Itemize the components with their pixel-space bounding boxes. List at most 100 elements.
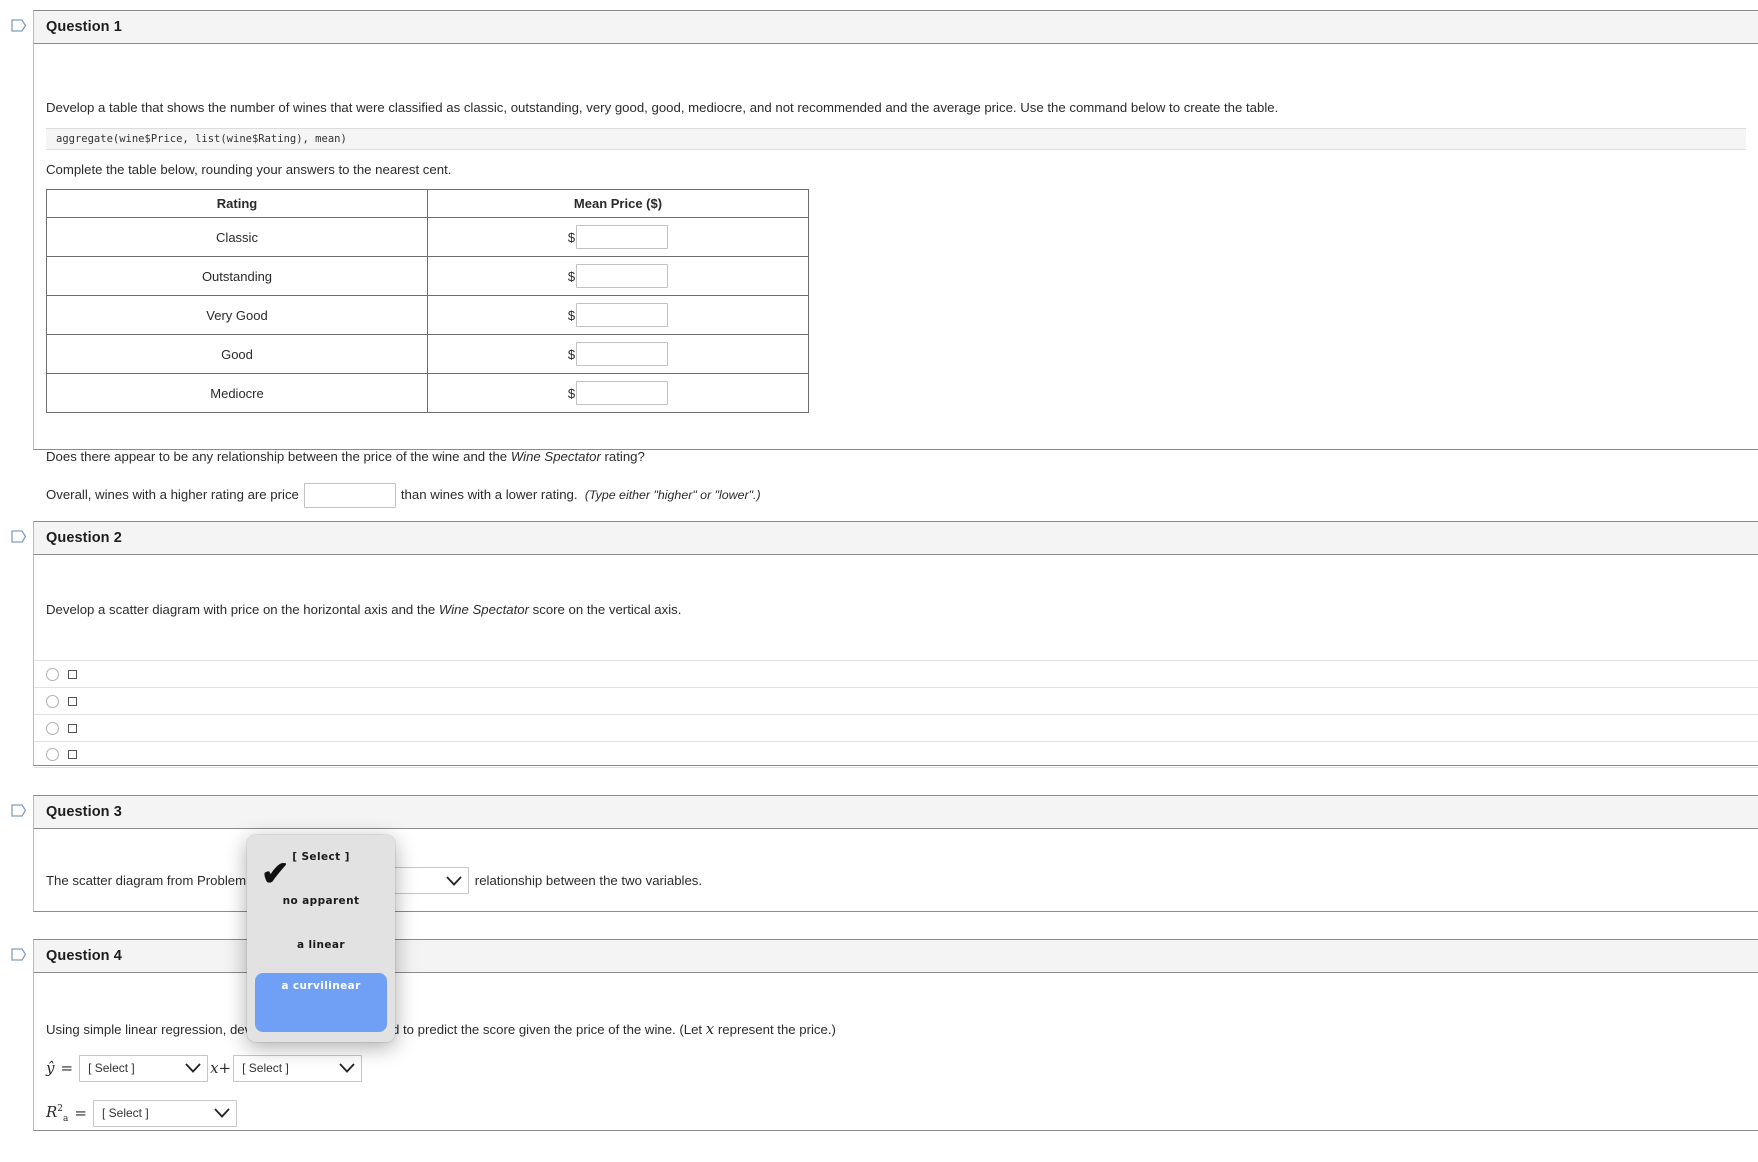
question-card-2: Question 2 Develop a scatter diagram wit… <box>33 521 1758 769</box>
price-cell: $ <box>427 217 809 258</box>
question-1-code-snippet: aggregate(wine$Price, list(wine$Rating),… <box>46 128 1746 151</box>
table-header-row: Rating Mean Price ($) <box>46 189 809 219</box>
followup-after: rating? <box>600 449 645 465</box>
mean-price-input-outstanding[interactable] <box>576 264 669 289</box>
question-2-options <box>34 660 1758 769</box>
question-1-header: Question 1 <box>34 11 1758 44</box>
sentence-after: relationship between the two variables. <box>474 872 703 888</box>
currency-symbol: $ <box>567 346 576 362</box>
table-row: Classic $ <box>46 217 809 258</box>
fill-in-hint: (Type either "higher" or "lower".) <box>584 488 761 503</box>
question-1-body: Develop a table that shows the number of… <box>34 98 1758 509</box>
dropdown-option-no-apparent[interactable]: no apparent <box>247 879 395 923</box>
option-row-3[interactable] <box>34 714 1758 741</box>
followup-italic: Wine Spectator <box>510 449 601 465</box>
chevron-down-icon <box>446 875 462 886</box>
mean-price-input-mediocre[interactable] <box>576 381 669 406</box>
r-squared-subscript: a <box>63 1113 69 1124</box>
chevron-down-icon <box>185 1063 201 1074</box>
radio-button-option-2[interactable] <box>46 694 59 708</box>
broken-image-icon <box>68 669 77 679</box>
currency-symbol: $ <box>567 229 576 245</box>
question-4-title: Question 4 <box>46 948 122 964</box>
prompt-italic: Wine Spectator <box>438 602 529 617</box>
price-cell: $ <box>427 256 809 297</box>
r-squared-formula-row: R2a = [ Select ] <box>46 1099 1746 1127</box>
dropdown-option-label: a linear <box>297 939 345 951</box>
formula-equals: = <box>60 1059 74 1078</box>
currency-symbol: $ <box>567 307 576 323</box>
column-header-rating: Rating <box>46 189 428 219</box>
broken-image-icon <box>68 750 77 760</box>
dropdown-option-a-curvilinear[interactable]: a curvilinear <box>255 973 387 1032</box>
radio-button-option-3[interactable] <box>46 721 59 735</box>
mean-price-input-good[interactable] <box>576 342 669 367</box>
chevron-down-icon <box>339 1063 355 1074</box>
relationship-dropdown-popup[interactable]: [ Select ] ✔ no apparent a linear a curv… <box>247 835 395 1042</box>
r-squared-superscript: 2 <box>57 1103 64 1114</box>
question-2-body: Develop a scatter diagram with price on … <box>34 600 1758 769</box>
price-cell: $ <box>427 295 809 336</box>
regression-formula-row: ŷ = [ Select ] x+ [ Select ] <box>46 1054 1746 1082</box>
question-1-title: Question 1 <box>46 19 122 35</box>
question-3-title: Question 3 <box>46 804 122 820</box>
prompt-variable: x <box>705 1020 715 1038</box>
rating-cell: Mediocre <box>46 373 428 414</box>
formula-operator: x+ <box>210 1059 232 1078</box>
dropdown-option-a-linear[interactable]: a linear <box>247 923 395 967</box>
intercept-select[interactable]: [ Select ] <box>233 1054 363 1082</box>
chevron-down-icon <box>214 1108 230 1119</box>
question-1-table-intro: Complete the table below, rounding your … <box>46 162 452 178</box>
question-2-title: Question 2 <box>46 530 122 546</box>
slope-select-value: [ Select ] <box>88 1061 135 1076</box>
r-squared-label: R2a <box>46 1103 68 1124</box>
question-2-header: Question 2 <box>34 522 1758 555</box>
rating-cell: Classic <box>46 217 428 258</box>
flag-icon-q4[interactable] <box>11 947 27 962</box>
rating-cell: Outstanding <box>46 256 428 297</box>
mean-price-input-very-good[interactable] <box>576 303 669 328</box>
table-row: Mediocre $ <box>46 373 809 414</box>
question-1-fill-in: Overall, wines with a higher rating are … <box>46 483 1746 509</box>
question-card-1: Question 1 Develop a table that shows th… <box>33 10 1758 509</box>
option-row-4[interactable] <box>34 741 1758 769</box>
question-1-followup: Does there appear to be any relationship… <box>46 447 1746 466</box>
r-squared-select-value: [ Select ] <box>101 1106 149 1121</box>
mean-price-input-classic[interactable] <box>576 225 669 250</box>
radio-button-option-1[interactable] <box>46 667 59 681</box>
prompt-tail: represent the price.) <box>714 1022 836 1037</box>
option-row-1[interactable] <box>34 660 1758 687</box>
r-squared-base: R <box>46 1102 58 1121</box>
prompt-after: score on the vertical axis. <box>528 602 682 617</box>
dropdown-option-label: a curvilinear <box>281 980 361 992</box>
table-row: Good $ <box>46 334 809 375</box>
flag-icon-q3[interactable] <box>11 803 27 818</box>
higher-lower-input[interactable] <box>303 483 396 509</box>
r-squared-equals: = <box>74 1104 87 1123</box>
rating-cell: Good <box>46 334 428 375</box>
r-squared-select[interactable]: [ Select ] <box>92 1099 237 1127</box>
question-1-prompt: Develop a table that shows the number of… <box>46 100 1279 115</box>
flag-icon-q1[interactable] <box>11 18 27 33</box>
price-cell: $ <box>427 334 809 375</box>
table-row: Very Good $ <box>46 295 809 336</box>
broken-image-icon <box>68 696 77 706</box>
slope-select[interactable]: [ Select ] <box>79 1054 209 1082</box>
flag-icon-q2[interactable] <box>11 529 27 544</box>
fill-in-before: Overall, wines with a higher rating are … <box>46 487 299 503</box>
question-2-prompt: Develop a scatter diagram with price on … <box>46 600 1746 619</box>
prompt-before: Develop a scatter diagram with price on … <box>46 602 439 617</box>
rating-cell: Very Good <box>46 295 428 336</box>
mean-price-table: Rating Mean Price ($) Classic $ Outstand… <box>46 189 809 414</box>
currency-symbol: $ <box>567 268 576 284</box>
formula-lhs-yhat: ŷ <box>46 1059 55 1078</box>
dropdown-option-label: [ Select ] <box>292 851 350 863</box>
radio-button-option-4[interactable] <box>46 748 59 762</box>
broken-image-icon <box>68 723 77 733</box>
followup-before: Does there appear to be any relationship… <box>46 449 511 465</box>
question-3-header: Question 3 <box>34 796 1758 829</box>
option-row-2[interactable] <box>34 687 1758 714</box>
currency-symbol: $ <box>567 385 576 401</box>
table-row: Outstanding $ <box>46 256 809 297</box>
intercept-select-value: [ Select ] <box>242 1061 289 1076</box>
